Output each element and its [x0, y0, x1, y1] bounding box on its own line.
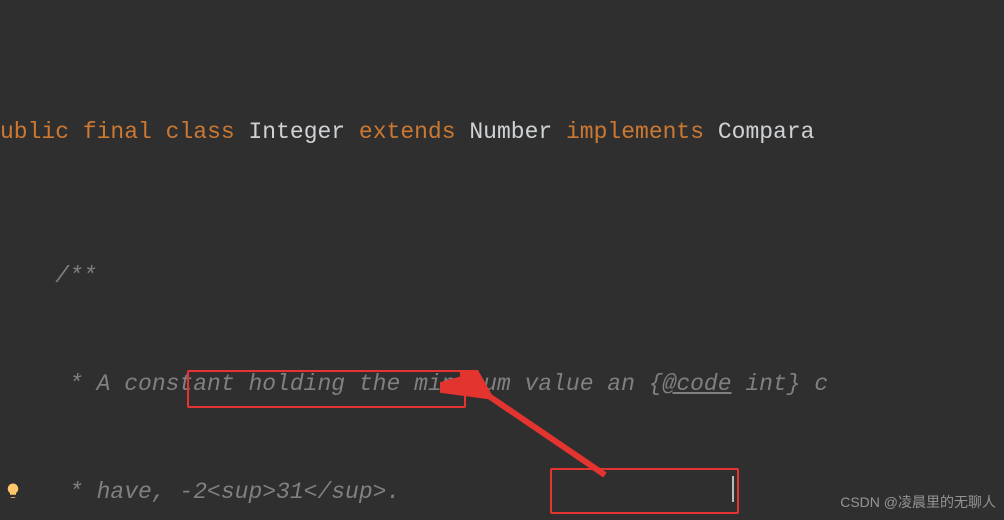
classname-integer: Integer	[248, 119, 345, 145]
javadoc-open: /**	[0, 258, 1004, 294]
classname-comparable: Compara	[718, 119, 815, 145]
keyword-extends: extends	[359, 119, 456, 145]
keyword-class: class	[166, 119, 235, 145]
keyword-implements: implements	[566, 119, 704, 145]
code-editor[interactable]: ublic final class Integer extends Number…	[0, 0, 1004, 520]
keyword-public: ublic	[0, 119, 69, 145]
code-line: ublic final class Integer extends Number…	[0, 114, 1004, 150]
javadoc-tag-code: @code	[663, 371, 732, 397]
classname-number: Number	[469, 119, 552, 145]
javadoc-line: * A constant holding the minimum value a…	[0, 366, 1004, 402]
text-caret	[732, 476, 734, 502]
intention-bulb-icon[interactable]	[4, 482, 22, 500]
javadoc-line: * have, -2<sup>31</sup>.	[0, 474, 1004, 510]
keyword-final: final	[83, 119, 152, 145]
